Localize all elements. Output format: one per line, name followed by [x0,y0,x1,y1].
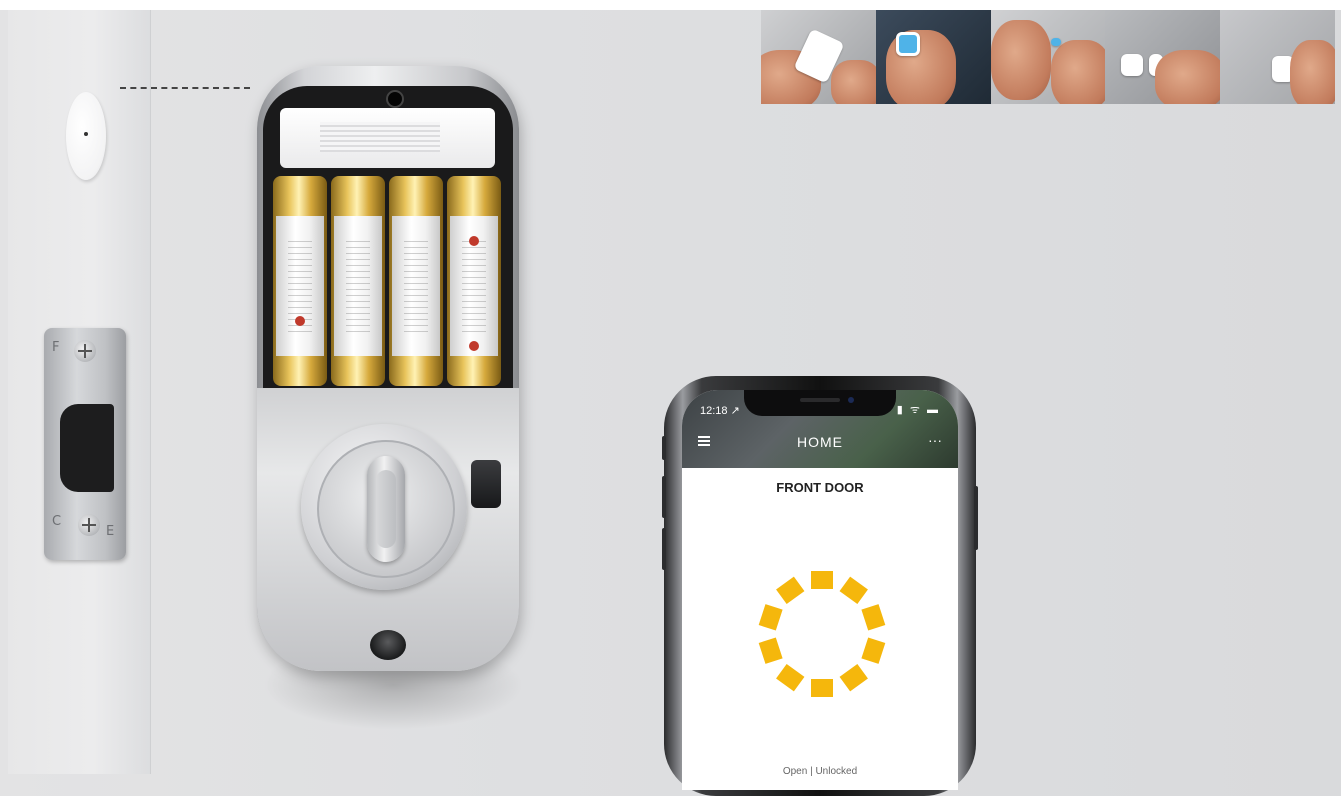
phone-side-button [662,436,666,460]
keyhole-icon [370,630,406,660]
lock-button[interactable] [471,460,501,508]
install-photo-2 [875,10,991,104]
smartphone: 12:18 ↗ ▮ ᯤ ▬ HOME ··· FRONT DOOR Open |… [662,376,978,796]
more-options-icon[interactable]: ··· [928,432,942,448]
battery-cover [280,108,495,168]
install-photo-1 [761,10,876,104]
install-photo-4 [1105,10,1221,104]
install-photo-3 [990,10,1106,104]
strike-plate: F C E [44,328,126,560]
door-sensor [66,92,106,180]
strike-etch-bottom-left: C [52,514,62,529]
thumbturn[interactable] [301,424,467,590]
battery [389,176,443,386]
top-strip [0,0,1341,10]
phone-side-button [662,528,666,570]
phone-screen: 12:18 ↗ ▮ ᯤ ▬ HOME ··· FRONT DOOR Open |… [682,390,958,790]
strike-etch-top: F [52,340,60,355]
screw-icon [74,340,96,362]
strike-hole [60,404,114,492]
strike-etch-bottom-right: E [106,524,115,539]
install-photo-5 [1220,10,1335,104]
status-icons: ▮ ᯤ ▬ [896,404,940,416]
battery-bay [263,86,513,404]
sensor-dot [84,132,88,136]
phone-notch [744,390,896,416]
app-header: 12:18 ↗ ▮ ᯤ ▬ HOME ··· [682,390,958,468]
installation-photo-strip [761,10,1335,104]
thumbturn-inner [317,440,455,578]
screw-icon [78,514,100,536]
phone-side-button [662,476,666,518]
sensor-dashed-line [120,87,250,89]
lock-lower-plate [257,388,519,671]
battery [273,176,327,386]
door-name: FRONT DOOR [776,480,864,495]
phone-side-button [974,486,978,550]
battery [447,176,501,386]
lock-status: Open | Unlocked [782,766,858,777]
app-title: HOME [797,434,843,450]
thumbturn-handle[interactable] [367,456,405,562]
loading-spinner-icon [758,571,886,697]
smart-lock [257,66,519,671]
screw-hole-icon [386,90,404,108]
battery [331,176,385,386]
status-time: 12:18 ↗ [700,405,740,417]
